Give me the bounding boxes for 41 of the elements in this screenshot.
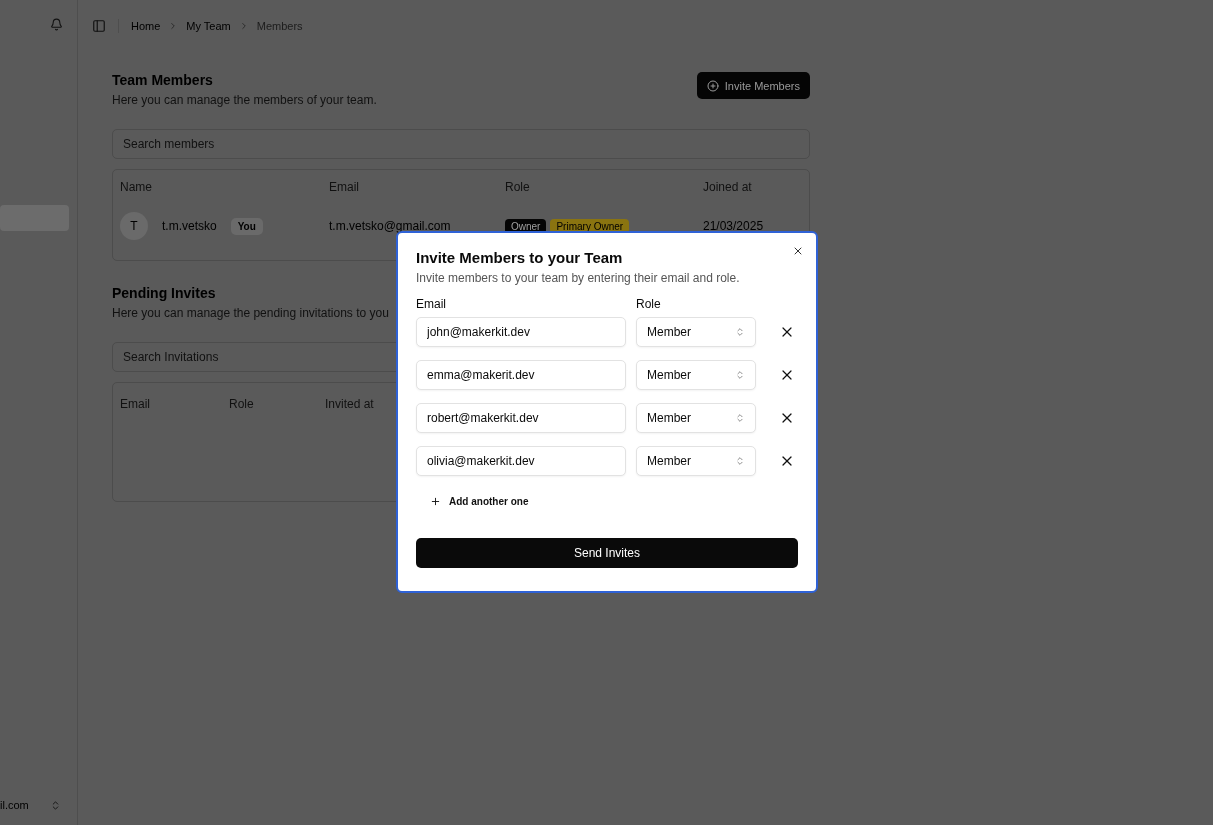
email-input[interactable]: robert@makerkit.dev <box>416 403 626 433</box>
section-description: Here you can manage the pending invitations to you <box>112 306 390 320</box>
chevron-updown-icon <box>735 327 745 337</box>
dialog-description: Invite members to your team by entering their email and role. <box>416 271 741 285</box>
email-input[interactable]: emma@makerit.dev <box>416 360 626 390</box>
column-header: Joined at <box>703 180 753 194</box>
sidebar-toggle-icon[interactable] <box>92 19 106 33</box>
dialog-title: Invite Members to your Team <box>416 249 624 266</box>
column-header: Name <box>120 180 153 194</box>
add-another-button[interactable]: Add another one <box>428 492 531 511</box>
role-select[interactable]: Member <box>636 317 756 347</box>
column-header: Email <box>120 397 151 411</box>
account-email: il.com <box>0 799 29 811</box>
chevron-updown-icon <box>735 456 745 466</box>
send-invites-button[interactable]: Send Invites <box>416 538 798 568</box>
email-input[interactable]: olivia@makerkit.dev <box>416 446 626 476</box>
plus-icon <box>430 496 441 507</box>
section-title: Pending Invites <box>112 285 217 301</box>
joined-date: 21/03/2025 <box>703 219 765 233</box>
member-email: t.m.vetsko@gmail.com <box>329 219 452 233</box>
bell-icon[interactable] <box>50 18 63 31</box>
field-label: Role <box>636 297 662 311</box>
field-label: Email <box>416 297 447 311</box>
close-icon[interactable] <box>792 245 804 257</box>
section-description: Here you can manage the members of your team. <box>112 93 377 107</box>
role-select[interactable]: Member <box>636 360 756 390</box>
role-select[interactable]: Member <box>636 403 756 433</box>
member-name: t.m.vetsko <box>162 219 217 233</box>
column-header: Role <box>229 397 255 411</box>
column-header: Email <box>329 180 360 194</box>
column-header: Role <box>505 180 531 194</box>
chevron-updown-icon <box>735 413 745 423</box>
column-header: Invited at <box>325 397 375 411</box>
section-title: Team Members <box>112 72 214 88</box>
email-input[interactable]: john@makerkit.dev <box>416 317 626 347</box>
chevron-updown-icon <box>735 370 745 380</box>
you-badge: You <box>230 217 263 235</box>
role-select[interactable]: Member <box>636 446 756 476</box>
plus-circle-icon <box>706 79 719 92</box>
invite-members-button[interactable]: Invite Members <box>696 72 810 99</box>
avatar: T <box>120 212 148 240</box>
